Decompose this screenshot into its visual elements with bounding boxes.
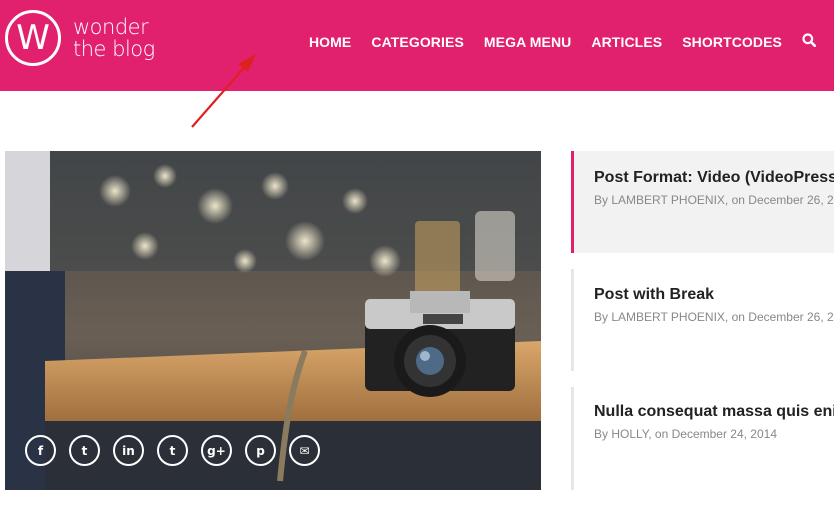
post-title[interactable]: Nulla consequat massa quis enim — [594, 402, 834, 422]
twitter-icon[interactable]: t — [69, 435, 100, 466]
post-meta: By HOLLY, on December 24, 2014 — [594, 427, 777, 441]
post-meta: By LAMBERT PHOENIX, on December 26, 2014 — [594, 193, 834, 207]
linkedin-icon[interactable]: in — [113, 435, 144, 466]
pinterest-icon[interactable]: p — [245, 435, 276, 466]
nav-articles[interactable]: ARTICLES — [591, 34, 662, 50]
logo-line-2: the blog — [73, 37, 155, 61]
post-meta: By LAMBERT PHOENIX, on December 26, 2014 — [594, 310, 834, 324]
search-icon[interactable] — [802, 32, 817, 52]
post-title[interactable]: Post Format: Video (VideoPress) — [594, 168, 834, 188]
site-header: W wonder the blog HOME CATEGORIES MEGA M… — [0, 0, 834, 91]
facebook-icon[interactable]: f — [25, 435, 56, 466]
email-icon[interactable]: ✉ — [289, 435, 320, 466]
nav-shortcodes[interactable]: SHORTCODES — [682, 34, 782, 50]
post-item[interactable]: Nulla consequat massa quis enim By HOLLY… — [571, 387, 834, 490]
post-item[interactable]: Post with Break By LAMBERT PHOENIX, on D… — [571, 269, 834, 371]
post-item[interactable]: Post Format: Video (VideoPress) By LAMBE… — [571, 151, 834, 253]
google-plus-icon[interactable]: g+ — [201, 435, 232, 466]
nav-categories[interactable]: CATEGORIES — [371, 34, 464, 50]
featured-image[interactable]: f t in t g+ p ✉ — [5, 151, 541, 490]
logo-mark[interactable]: W — [5, 10, 61, 66]
tumblr-icon[interactable]: t — [157, 435, 188, 466]
annotation-arrow — [191, 54, 256, 128]
share-buttons: f t in t g+ p ✉ — [25, 435, 333, 466]
nav-mega-menu[interactable]: MEGA MENU — [484, 34, 572, 50]
nav-home[interactable]: HOME — [309, 34, 351, 50]
post-title[interactable]: Post with Break — [594, 285, 834, 305]
logo-text[interactable]: wonder the blog — [73, 16, 155, 60]
main-nav: HOME CATEGORIES MEGA MENU ARTICLES SHORT… — [309, 32, 834, 52]
logo-line-1: wonder — [73, 15, 149, 39]
